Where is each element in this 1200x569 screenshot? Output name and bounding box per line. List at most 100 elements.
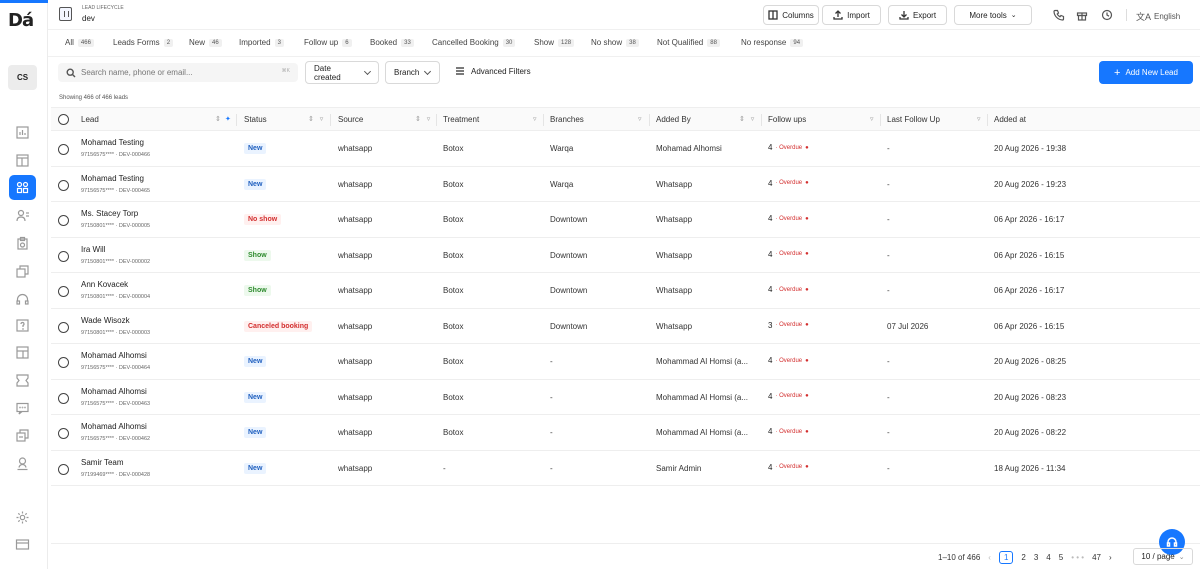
gift-icon[interactable] bbox=[1075, 8, 1089, 22]
lead-name[interactable]: Mohamad Alhomsi bbox=[81, 387, 147, 396]
columns-button[interactable]: Columns bbox=[763, 5, 819, 25]
row-checkbox[interactable] bbox=[58, 144, 69, 155]
col-last-follow-up[interactable]: Last Follow Up bbox=[887, 115, 940, 124]
page-1[interactable]: 1 bbox=[998, 551, 1014, 564]
tab-follow-up[interactable]: Follow up 6 bbox=[304, 38, 352, 47]
copy-nav-item[interactable] bbox=[9, 259, 36, 284]
sort-icon[interactable]: ⇕ bbox=[215, 115, 223, 123]
table-row[interactable]: Mohamad Testing 97156575**** · DEV-000466… bbox=[51, 131, 1200, 167]
lead-name[interactable]: Wade Wisozk bbox=[81, 316, 130, 325]
tab-no-response[interactable]: No response 94 bbox=[741, 38, 804, 47]
tab-no-show[interactable]: No show 38 bbox=[591, 38, 639, 47]
headset-nav-item[interactable] bbox=[9, 287, 36, 312]
search-input[interactable] bbox=[81, 68, 271, 77]
lead-name[interactable]: Ms. Stacey Torp bbox=[81, 209, 138, 218]
layout-nav-item[interactable] bbox=[9, 148, 36, 173]
col-added-at[interactable]: Added at bbox=[994, 115, 1026, 124]
next-page-icon[interactable]: › bbox=[1109, 553, 1112, 562]
page-3[interactable]: 3 bbox=[1034, 553, 1038, 562]
bar-chart-nav-item[interactable] bbox=[9, 120, 36, 145]
row-checkbox[interactable] bbox=[58, 286, 69, 297]
filter-icon[interactable]: ▿ bbox=[977, 115, 983, 123]
page-5[interactable]: 5 bbox=[1059, 553, 1063, 562]
table-row[interactable]: Mohamad Alhomsi 97156575**** · DEV-000463… bbox=[51, 380, 1200, 415]
table-row[interactable]: Mohamad Alhomsi 97156575**** · DEV-000464… bbox=[51, 344, 1200, 380]
tab-new[interactable]: New 46 bbox=[189, 38, 222, 47]
import-button[interactable]: Import bbox=[822, 5, 881, 25]
tab-not-qualified[interactable]: Not Qualified 88 bbox=[657, 38, 720, 47]
row-checkbox[interactable] bbox=[58, 428, 69, 439]
table-row[interactable]: Samir Team 97199469**** · DEV-000428 New wh… bbox=[51, 451, 1200, 486]
avatar[interactable]: CS bbox=[8, 65, 37, 90]
export-button[interactable]: Export bbox=[888, 5, 947, 25]
table-row[interactable]: Ann Kovacek 97150801**** · DEV-000004 Show… bbox=[51, 273, 1200, 309]
row-checkbox[interactable] bbox=[58, 179, 69, 191]
row-checkbox[interactable] bbox=[58, 250, 69, 262]
search-box[interactable]: ⌘K bbox=[58, 63, 298, 82]
layout-alt-nav-item[interactable] bbox=[9, 340, 36, 365]
lead-name[interactable]: Mohamad Testing bbox=[81, 138, 144, 147]
filter-icon[interactable]: ▿ bbox=[870, 115, 876, 123]
row-checkbox[interactable] bbox=[58, 392, 69, 404]
clipboard-nav-item[interactable] bbox=[9, 231, 36, 256]
row-checkbox[interactable] bbox=[58, 215, 69, 226]
col-added-by[interactable]: Added By bbox=[656, 115, 691, 124]
pin-icon[interactable]: ✦ bbox=[225, 115, 233, 123]
tab-show[interactable]: Show 128 bbox=[534, 38, 575, 47]
table-row[interactable]: Ms. Stacey Torp 97150801**** · DEV-000005… bbox=[51, 202, 1200, 238]
more-tools-button[interactable]: More tools ⌄ bbox=[954, 5, 1032, 25]
lead-name[interactable]: Mohamad Testing bbox=[81, 174, 144, 183]
filter-icon[interactable]: ▿ bbox=[533, 115, 539, 123]
lead-name[interactable]: Ira Will bbox=[81, 245, 105, 254]
advanced-filters-button[interactable]: Advanced Filters bbox=[455, 66, 531, 76]
tab-booked[interactable]: Booked 33 bbox=[370, 38, 414, 47]
date-created-dropdown[interactable]: Date created bbox=[305, 61, 379, 84]
lead-name[interactable]: Ann Kovacek bbox=[81, 280, 128, 289]
chat-nav-item[interactable] bbox=[9, 396, 36, 421]
col-follow-ups[interactable]: Follow ups bbox=[768, 115, 806, 124]
logo[interactable]: Dá bbox=[8, 10, 34, 31]
card-nav-item[interactable] bbox=[9, 532, 36, 557]
sort-icon[interactable]: ⇕ ▿ bbox=[739, 115, 756, 123]
grid-nav-item[interactable] bbox=[9, 175, 36, 200]
row-checkbox[interactable] bbox=[58, 357, 69, 368]
col-status[interactable]: Status bbox=[244, 115, 267, 124]
table-row[interactable]: Ira Will 97150801**** · DEV-000002 Show wha… bbox=[51, 238, 1200, 273]
lead-name[interactable]: Mohamad Alhomsi bbox=[81, 422, 147, 431]
history-icon[interactable] bbox=[1100, 8, 1114, 22]
branch-dropdown[interactable]: Branch bbox=[385, 61, 440, 84]
sort-icon[interactable]: ⇕ ▿ bbox=[415, 115, 432, 123]
row-checkbox[interactable] bbox=[58, 321, 69, 333]
settings-nav-item[interactable] bbox=[9, 505, 36, 530]
prev-page-icon[interactable]: ‹ bbox=[988, 553, 991, 562]
lead-name[interactable]: Samir Team bbox=[81, 458, 124, 467]
page-size-select[interactable]: 10 / page ⌄ bbox=[1133, 548, 1193, 565]
question-nav-item[interactable] bbox=[9, 313, 36, 338]
users-nav-item[interactable] bbox=[9, 203, 36, 228]
sidebar-toggle-icon[interactable] bbox=[59, 7, 72, 21]
pagination-ellipsis[interactable]: • • • bbox=[1071, 553, 1084, 562]
copy-alt-nav-item[interactable] bbox=[9, 423, 36, 448]
col-lead[interactable]: Lead bbox=[81, 115, 99, 124]
phone-icon[interactable] bbox=[1052, 8, 1066, 22]
page-last[interactable]: 47 bbox=[1092, 553, 1101, 562]
sort-icon[interactable]: ⇕ ▿ bbox=[308, 115, 325, 123]
lead-name[interactable]: Mohamad Alhomsi bbox=[81, 351, 147, 360]
tray-nav-item[interactable] bbox=[9, 368, 36, 393]
tab-cancelled-booking[interactable]: Cancelled Booking 30 bbox=[432, 38, 516, 47]
col-treatment[interactable]: Treatment bbox=[443, 115, 479, 124]
table-row[interactable]: Mohamad Testing 97156575**** · DEV-000465… bbox=[51, 167, 1200, 202]
table-row[interactable]: Wade Wisozk 97150801**** · DEV-000003 Canc… bbox=[51, 309, 1200, 344]
add-new-lead-button[interactable]: + Add New Lead bbox=[1099, 61, 1193, 84]
tab-leads-forms[interactable]: Leads Forms 2 bbox=[113, 38, 174, 47]
tab-all[interactable]: All 466 bbox=[65, 38, 94, 47]
row-checkbox[interactable] bbox=[58, 463, 69, 475]
filter-icon[interactable]: ▿ bbox=[638, 115, 644, 123]
person-nav-item[interactable] bbox=[9, 451, 36, 476]
tab-imported[interactable]: Imported 3 bbox=[239, 38, 284, 47]
table-row[interactable]: Mohamad Alhomsi 97156575**** · DEV-000462… bbox=[51, 415, 1200, 451]
col-source[interactable]: Source bbox=[338, 115, 363, 124]
select-all-checkbox[interactable] bbox=[58, 114, 69, 125]
page-2[interactable]: 2 bbox=[1021, 553, 1025, 562]
page-4[interactable]: 4 bbox=[1046, 553, 1050, 562]
